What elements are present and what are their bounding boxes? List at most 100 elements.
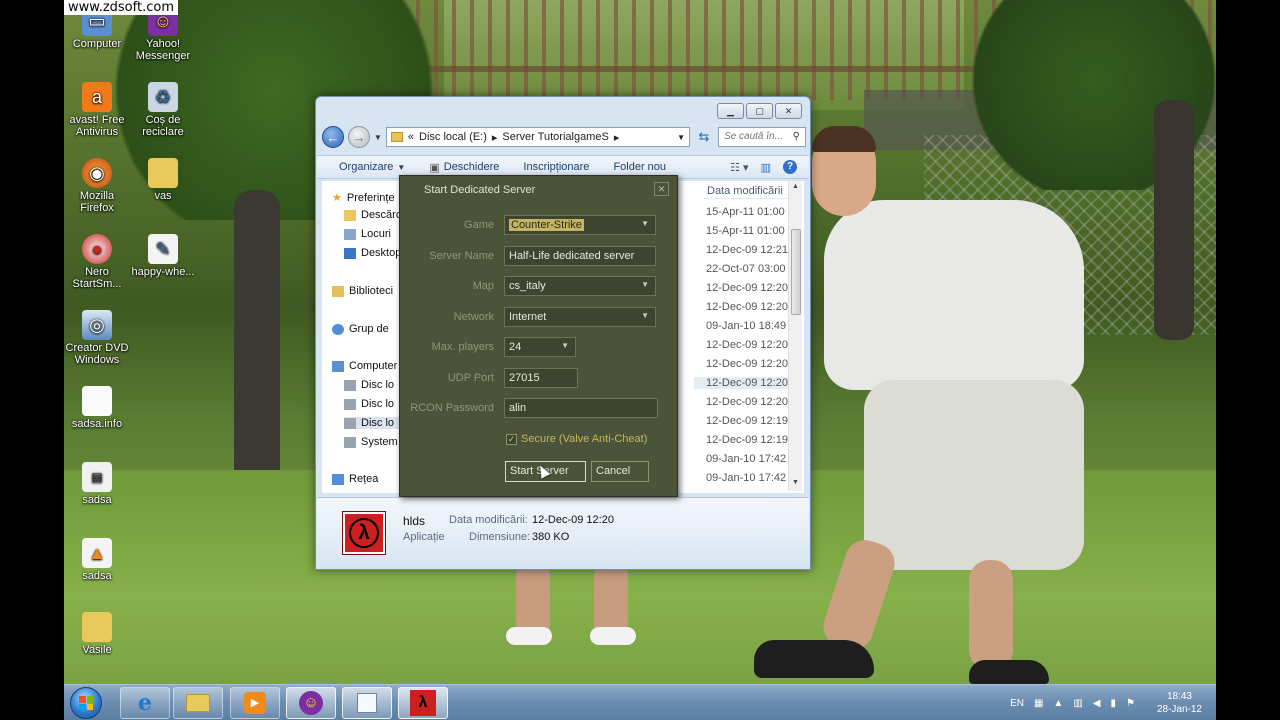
desktop-icon-nero[interactable]: ● Nero StartSm... — [64, 234, 132, 290]
desktop-icon-vas[interactable]: vas — [128, 158, 198, 202]
letterbox-right — [1216, 0, 1280, 720]
nav-item-homegroup[interactable]: Grup de — [332, 323, 389, 335]
close-button[interactable]: ✕ — [775, 103, 802, 119]
recent-pages-dropdown[interactable]: ▼ — [374, 133, 382, 142]
minimize-button[interactable]: ▁ — [717, 103, 744, 119]
show-hidden-icons-icon[interactable]: ▲ — [1053, 698, 1063, 709]
computer-icon — [332, 360, 344, 372]
address-bar[interactable]: « Disc local (E:) ▸ Server TutorialgameS… — [385, 127, 690, 147]
maximize-button[interactable]: ▢ — [746, 103, 773, 119]
wallpaper-person-shoe — [969, 660, 1049, 684]
desktop-icon-dvd-maker[interactable]: ◎ Creator DVD Windows — [64, 310, 132, 366]
network-status-icon[interactable]: ▥ — [1073, 698, 1082, 709]
breadcrumb-separator-icon[interactable]: ▸ — [614, 131, 620, 144]
address-dropdown-icon[interactable]: ▼ — [677, 133, 685, 142]
power-icon[interactable]: ▮ — [1110, 698, 1116, 709]
nav-item-favorites[interactable]: ★ Preferințe — [332, 191, 395, 205]
breadcrumb-separator-icon[interactable]: ▸ — [492, 131, 498, 144]
nav-item-drive[interactable]: Disc lo — [344, 379, 394, 391]
vertical-scrollbar[interactable]: ▲ ▼ — [788, 181, 802, 491]
back-button[interactable]: ← — [322, 126, 344, 148]
flag-icon[interactable]: ⚑ — [1126, 698, 1135, 709]
search-placeholder: Se caută în... — [724, 131, 783, 142]
desktop-icon-vasile[interactable]: Vasile — [64, 612, 132, 656]
file-row-date[interactable]: 09-Jan-10 18:49 — [706, 320, 786, 332]
cancel-button[interactable]: Cancel — [591, 461, 649, 482]
refresh-icon[interactable]: ⇆ — [694, 127, 714, 147]
search-input[interactable]: Se caută în... ⚲ — [718, 127, 806, 147]
file-row-date[interactable]: 22-Oct-07 03:00 — [706, 263, 786, 275]
file-row-date[interactable]: 09-Jan-10 17:42 — [706, 453, 786, 465]
file-row-date[interactable]: 15-Apr-11 01:00 — [706, 225, 785, 237]
nav-item-drive[interactable]: Disc lo — [344, 398, 394, 410]
desktop-icon-sadsa-info[interactable]: sadsa.info — [64, 386, 132, 430]
rcon-password-label: RCON Password — [410, 402, 494, 414]
network-select[interactable]: Internet ▼ — [504, 307, 656, 327]
file-row-date[interactable]: 09-Jan-10 17:42 — [706, 472, 786, 484]
taskbar-media-player[interactable]: ▶ — [230, 687, 280, 719]
nav-item-downloads[interactable]: Descărcări — [344, 209, 403, 221]
breadcrumb-server-folder[interactable]: Server TutorialgameS — [502, 131, 608, 143]
wallpaper-person — [824, 200, 1084, 390]
file-row-date[interactable]: 12-Dec-09 12:20 — [706, 339, 788, 351]
dialog-close-icon[interactable]: ✕ — [654, 182, 669, 196]
file-row-date-selected[interactable]: 12-Dec-09 12:20 — [694, 377, 788, 389]
desktop-icon-recycle-bin[interactable]: ♻ Coș de reciclare — [128, 82, 198, 138]
file-row-date[interactable]: 12-Dec-09 12:19 — [706, 434, 788, 446]
taskbar-internet-explorer[interactable]: e — [120, 687, 170, 719]
help-icon[interactable]: ? — [783, 160, 797, 174]
desktop-icon-firefox[interactable]: ◉ Mozilla Firefox — [64, 158, 132, 214]
keyboard-icon[interactable]: ▦ — [1034, 698, 1043, 709]
udp-port-input[interactable]: 27015 — [504, 368, 578, 388]
scroll-down-icon[interactable]: ▼ — [792, 479, 799, 486]
file-row-date[interactable]: 12-Dec-09 12:20 — [706, 358, 788, 370]
forward-button[interactable]: → — [348, 126, 370, 148]
nav-item-recent-places[interactable]: Locuri — [344, 228, 391, 240]
organize-button[interactable]: Organizare ▼ — [317, 161, 417, 173]
address-overflow-chevron[interactable]: « — [408, 131, 414, 143]
secure-checkbox[interactable]: ✓ — [506, 434, 517, 445]
file-row-date[interactable]: 12-Dec-09 12:20 — [706, 396, 788, 408]
breadcrumb-disc-local[interactable]: Disc local (E:) — [419, 131, 487, 143]
nav-item-computer[interactable]: Computer — [332, 360, 397, 372]
game-select[interactable]: Counter-Strike ▼ — [504, 215, 656, 235]
server-name-input[interactable]: Half-Life dedicated server — [504, 246, 656, 266]
desktop-icon-sadsa-vlc[interactable]: ▲ sadsa — [64, 538, 132, 582]
file-row-date[interactable]: 12-Dec-09 12:19 — [706, 415, 788, 427]
taskbar-windows-explorer[interactable] — [173, 687, 223, 719]
file-row-date[interactable]: 12-Dec-09 12:20 — [706, 301, 788, 313]
wallpaper-tree-trunk — [234, 190, 280, 480]
desktop-icon-sadsa-app[interactable]: ▤ sadsa — [64, 462, 132, 506]
chevron-down-icon: ▼ — [641, 219, 649, 228]
file-row-date[interactable]: 15-Apr-11 01:00 — [706, 206, 785, 218]
clock[interactable]: 18:43 28-Jan-12 — [1157, 690, 1202, 716]
speaker-icon[interactable]: ◀ — [1093, 698, 1101, 709]
preview-pane-icon[interactable]: ▥ — [761, 161, 771, 174]
secure-checkbox-label[interactable]: Secure (Valve Anti-Cheat) — [521, 433, 647, 445]
new-folder-button[interactable]: Folder nou — [601, 161, 678, 173]
burn-button[interactable]: Inscripționare — [511, 161, 601, 173]
taskbar-yahoo-messenger[interactable]: ☺ — [286, 687, 336, 719]
nav-item-drive-selected[interactable]: Disc lo — [344, 417, 403, 429]
max-players-select[interactable]: 24 ▼ — [504, 337, 576, 357]
map-select[interactable]: cs_italy ▼ — [504, 276, 656, 296]
open-button[interactable]: ▣ Deschidere — [417, 161, 511, 174]
desktop-icon-avast[interactable]: a avast! Free Antivirus — [64, 82, 132, 138]
nav-item-libraries[interactable]: Biblioteci — [332, 285, 393, 297]
nav-item-desktop[interactable]: Desktop — [344, 247, 401, 259]
nav-item-system[interactable]: System — [344, 436, 398, 448]
column-header-date-modified[interactable]: Data modificării — [704, 181, 792, 199]
language-indicator[interactable]: EN — [1010, 698, 1024, 709]
nav-item-network[interactable]: Rețea — [332, 473, 378, 485]
view-options-icon[interactable]: ☷ ▾ — [730, 161, 748, 174]
scrollbar-thumb[interactable] — [791, 229, 801, 315]
desktop-icon-label: sadsa — [82, 570, 112, 582]
rcon-password-input[interactable]: alin — [504, 398, 658, 418]
taskbar-half-life[interactable]: λ — [398, 687, 448, 719]
taskbar-window-app[interactable] — [342, 687, 392, 719]
file-row-date[interactable]: 12-Dec-09 12:20 — [706, 282, 788, 294]
start-button[interactable] — [70, 687, 102, 719]
file-row-date[interactable]: 12-Dec-09 12:21 — [706, 244, 788, 256]
desktop-icon-happy-whe[interactable]: ✎ happy-whe... — [128, 234, 198, 278]
scroll-up-icon[interactable]: ▲ — [792, 183, 799, 190]
